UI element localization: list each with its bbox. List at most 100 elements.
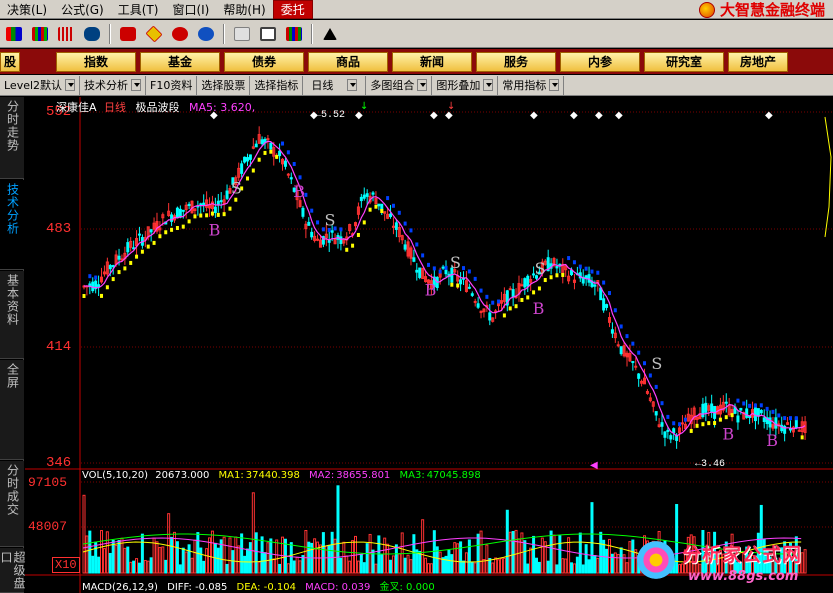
candle-body xyxy=(359,196,363,202)
volume-bar xyxy=(345,555,349,574)
category-commodity[interactable]: 商品 xyxy=(308,51,388,72)
toggle-icon[interactable] xyxy=(2,22,26,45)
signal-icon[interactable] xyxy=(168,22,192,45)
candle-body xyxy=(111,265,115,268)
y-label-483: 483 xyxy=(46,221,72,237)
tab-intraday-trades[interactable]: 分时成交 xyxy=(0,461,24,547)
menu-tools[interactable]: 工具(T) xyxy=(111,1,166,18)
candle-body xyxy=(286,173,290,176)
candle-body xyxy=(181,209,185,212)
volume-bar xyxy=(167,513,171,574)
category-index[interactable]: 指数 xyxy=(56,51,136,72)
diamond-icon[interactable] xyxy=(142,22,166,45)
volume-bar xyxy=(581,564,585,574)
func-multi-chart[interactable]: 多图组合 xyxy=(366,75,433,95)
volume-bar xyxy=(146,560,150,574)
volume-bar xyxy=(170,536,174,574)
dropdown-arrow-icon[interactable] xyxy=(131,79,142,91)
menu-formula[interactable]: 公式(G) xyxy=(54,1,111,18)
dropdown-arrow-icon[interactable] xyxy=(483,79,494,91)
toolbar xyxy=(0,20,833,48)
tab-fullscreen[interactable]: 全屏 xyxy=(0,360,24,460)
trend-band-dot xyxy=(257,157,261,162)
func-level2[interactable]: Level2默认 xyxy=(0,75,81,95)
volume-bar xyxy=(499,558,503,574)
save-icon[interactable] xyxy=(230,22,254,45)
category-bond[interactable]: 债券 xyxy=(224,51,304,72)
trend-band-dot xyxy=(94,275,98,280)
menu-window[interactable]: 窗口(I) xyxy=(165,1,216,18)
volume-bar xyxy=(438,551,442,574)
func-technical[interactable]: 技术分析 xyxy=(80,75,147,95)
func-overlay[interactable]: 图形叠加 xyxy=(432,75,499,95)
vol-y-label-mid: 48007 xyxy=(28,519,68,534)
category-service[interactable]: 服务 xyxy=(476,51,556,72)
macd-dea: DEA: -0.104 xyxy=(236,582,296,593)
binoculars-icon[interactable] xyxy=(80,22,104,45)
candle-body xyxy=(762,417,766,423)
func-select-stock[interactable]: 选择股票 xyxy=(197,75,251,95)
volume-bar xyxy=(132,560,136,574)
tab-super-book[interactable]: 超级盘口 xyxy=(0,548,26,593)
ma5-readout: MA5: 3.620, xyxy=(189,101,256,114)
volume-bar xyxy=(447,549,451,574)
dropdown-arrow-icon[interactable] xyxy=(417,79,428,91)
dropdown-arrow-icon[interactable] xyxy=(549,79,560,91)
menu-help[interactable]: 帮助(H) xyxy=(216,1,272,18)
func-common-indicator[interactable]: 常用指标 xyxy=(498,75,565,95)
volume-bar xyxy=(228,537,232,574)
volume-title-row: VOL(5,10,20) 20673.000 MA1: 37440.398 MA2… xyxy=(82,470,481,481)
trend-band-dot xyxy=(199,213,203,218)
tab-intraday[interactable]: 分时走势 xyxy=(0,97,24,179)
dots-icon[interactable] xyxy=(28,22,52,45)
candle-body xyxy=(663,431,667,438)
menu-entrust[interactable]: 委托 xyxy=(272,0,313,19)
dropdown-arrow-icon[interactable] xyxy=(65,79,76,91)
menubar: 决策(L) 公式(G) 工具(T) 窗口(I) 帮助(H) 委托 大智慧金融终端 xyxy=(0,0,833,19)
trend-band-dot xyxy=(444,265,448,270)
trend-band-dot xyxy=(491,300,495,305)
globe-icon[interactable] xyxy=(194,22,218,45)
vol-ma3: 47045.898 xyxy=(426,470,481,481)
trend-band-dot xyxy=(695,423,699,428)
cursor-help-icon[interactable] xyxy=(318,22,342,45)
func-daily[interactable]: 日线 xyxy=(303,75,367,95)
volume-bar xyxy=(479,530,483,574)
window-icon[interactable] xyxy=(256,22,280,45)
category-insider[interactable]: 内参 xyxy=(560,51,640,72)
menu-decision[interactable]: 决策(L) xyxy=(0,1,54,18)
trend-band-dot xyxy=(730,413,734,418)
help-icon[interactable] xyxy=(116,22,140,45)
func-select-indicator[interactable]: 选择指标 xyxy=(250,75,304,95)
trend-band-dot xyxy=(508,306,512,311)
func-f10[interactable]: F10资料 xyxy=(146,75,198,95)
bars-icon[interactable] xyxy=(54,22,78,45)
tab-technical[interactable]: 技术分析 xyxy=(0,180,24,270)
trend-band-dot xyxy=(426,262,430,267)
category-fund[interactable]: 基金 xyxy=(140,51,220,72)
trend-band-dot xyxy=(339,227,343,232)
brand-logo-icon xyxy=(698,1,715,18)
price-chart-svg[interactable]: SSS SSBBBBB B←5.52←3.46◆ ◆ ◆ ◆ ◆ ◆ ◆ ◆ ◆ ◆↓ ↓◀ xyxy=(25,97,833,593)
trend-band-dot xyxy=(438,269,442,274)
books-icon[interactable] xyxy=(282,22,306,45)
volume-bar xyxy=(205,548,209,574)
candle-body xyxy=(634,365,638,368)
dropdown-arrow-icon[interactable] xyxy=(347,79,358,91)
volume-bar xyxy=(596,557,600,574)
volume-bar xyxy=(409,559,413,574)
candle-body xyxy=(704,402,708,413)
category-news[interactable]: 新闻 xyxy=(392,51,472,72)
trend-band-dot xyxy=(140,249,144,254)
tab-fundamental[interactable]: 基本资料 xyxy=(0,271,24,359)
category-stock[interactable]: 股 xyxy=(0,51,20,72)
category-research[interactable]: 研究室 xyxy=(644,51,724,72)
volume-bar xyxy=(453,542,457,574)
candle-body xyxy=(289,177,293,180)
candle-body xyxy=(225,190,229,199)
candle-body xyxy=(149,229,153,233)
brand: 大智慧金融终端 xyxy=(698,0,825,19)
chart-area[interactable]: S S S S S B B B B B B ←5.52 ←3.46 ◆ ◆ ◆ ◆ ◆ ◆ ◆ ◆ ◆ ◆ ↓ ↓ ◀ xyxy=(25,97,833,593)
volume-bar xyxy=(429,563,433,574)
category-realestate[interactable]: 房地产 xyxy=(728,51,788,72)
